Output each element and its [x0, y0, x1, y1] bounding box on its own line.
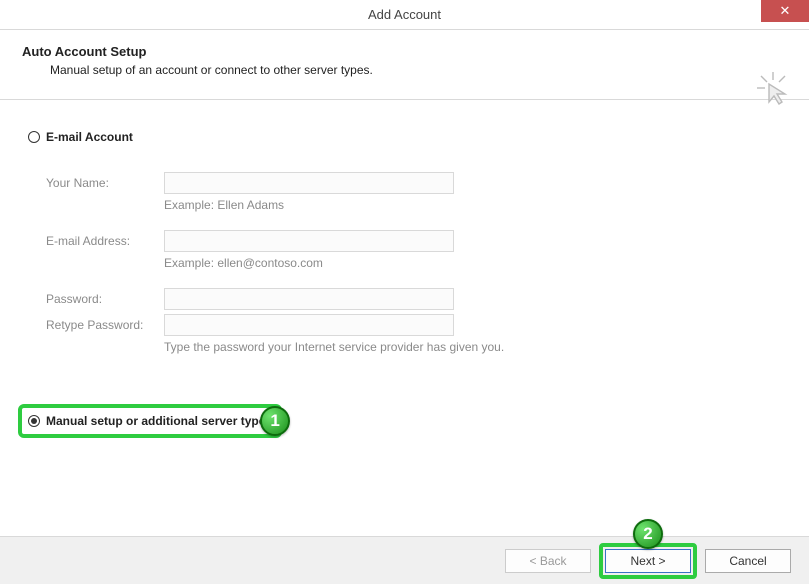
hint-email: Example: ellen@contoso.com	[164, 256, 781, 270]
row-email: E-mail Address:	[46, 230, 781, 252]
email-form-area: Your Name: Example: Ellen Adams E-mail A…	[46, 172, 781, 354]
radio-label-manual: Manual setup or additional server types	[46, 414, 272, 428]
row-your-name: Your Name:	[46, 172, 781, 194]
back-button: < Back	[505, 549, 591, 573]
row-retype-password: Retype Password:	[46, 314, 781, 336]
cancel-button-label: Cancel	[729, 554, 766, 568]
wizard-footer: < Back 2 Next > Cancel	[0, 536, 809, 584]
next-button[interactable]: Next >	[605, 549, 691, 573]
window-title: Add Account	[368, 7, 441, 22]
close-icon: ✕	[780, 3, 791, 19]
radio-manual-setup[interactable]: Manual setup or additional server types	[28, 414, 272, 428]
callout-1: 1	[260, 406, 290, 436]
radio-icon-selected	[28, 415, 40, 427]
label-your-name: Your Name:	[46, 176, 164, 190]
cursor-click-icon	[755, 70, 791, 106]
row-password: Password:	[46, 288, 781, 310]
next-button-label: Next >	[630, 554, 665, 568]
wizard-header: Auto Account Setup Manual setup of an ac…	[0, 30, 809, 100]
callout-2: 2	[633, 519, 663, 549]
label-password: Password:	[46, 292, 164, 306]
input-retype-password	[164, 314, 454, 336]
hint-password: Type the password your Internet service …	[164, 340, 781, 354]
radio-email-account[interactable]: E-mail Account	[28, 130, 781, 144]
input-email	[164, 230, 454, 252]
close-button[interactable]: ✕	[761, 0, 809, 22]
titlebar: Add Account ✕	[0, 0, 809, 30]
label-retype-password: Retype Password:	[46, 318, 164, 332]
radio-manual-setup-container: Manual setup or additional server types …	[28, 404, 781, 438]
input-password	[164, 288, 454, 310]
header-subheading: Manual setup of an account or connect to…	[50, 63, 787, 77]
cancel-button[interactable]: Cancel	[705, 549, 791, 573]
label-email: E-mail Address:	[46, 234, 164, 248]
back-button-label: < Back	[529, 554, 566, 568]
radio-label-email: E-mail Account	[46, 130, 133, 144]
highlight-next-button: 2 Next >	[599, 543, 697, 579]
header-heading: Auto Account Setup	[22, 44, 787, 59]
wizard-content: E-mail Account Your Name: Example: Ellen…	[0, 100, 809, 456]
hint-your-name: Example: Ellen Adams	[164, 198, 781, 212]
highlight-manual-setup: Manual setup or additional server types …	[18, 404, 282, 438]
radio-icon	[28, 131, 40, 143]
input-your-name	[164, 172, 454, 194]
